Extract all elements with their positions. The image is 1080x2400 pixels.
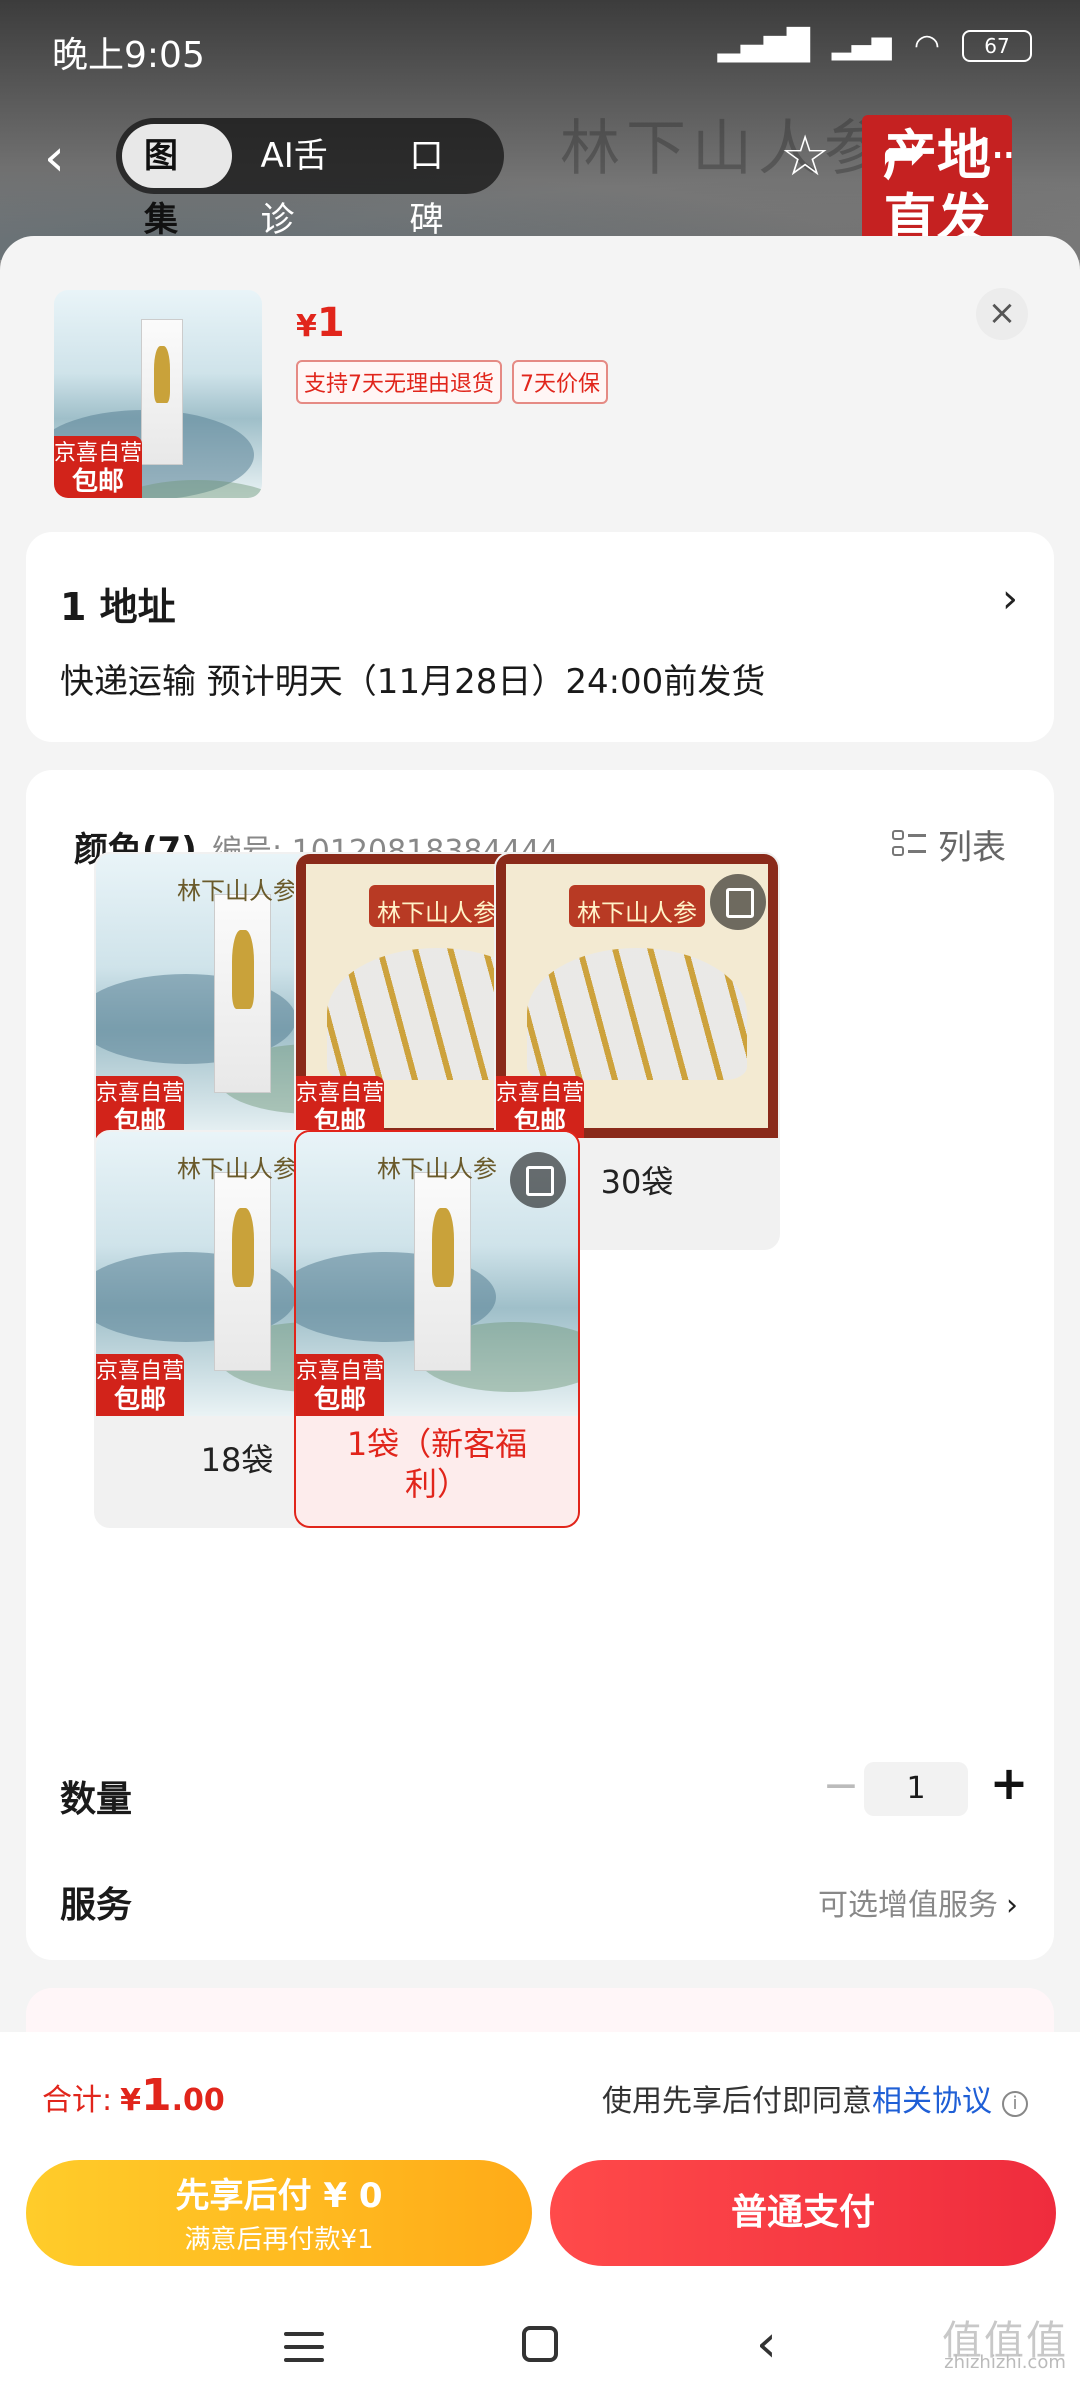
battery-icon: 67 <box>962 29 1032 62</box>
tab-ai-tongue[interactable]: AI舌诊 <box>238 124 381 240</box>
product-thumbnail[interactable]: 京喜自营 包邮 <box>54 290 262 498</box>
status-icons: ▂▄▆█ ▂▄▆ ◠ 67 <box>718 28 1032 63</box>
quantity-label: 数量 <box>60 1779 133 1820</box>
status-time: 晚上9:05 <box>52 35 205 76</box>
chevron-right-icon: › <box>1006 1888 1018 1923</box>
tab-gallery[interactable]: 图集 <box>122 124 233 240</box>
list-view-toggle[interactable]: 列表 <box>892 820 1006 869</box>
order-total: 合计: ¥1.00 <box>42 2070 225 2121</box>
agreement-link[interactable]: 相关协议 <box>872 2084 992 2119</box>
quantity-input[interactable]: 1 <box>864 1762 968 1816</box>
gallery-tabs: 图集 AI舌诊 口碑 <box>116 118 504 240</box>
spec-option[interactable]: 林下山人参 京喜自营 包邮 1袋（新客福 利） <box>294 1130 580 1528</box>
shipping-estimate: 快递运输 预计明天（11月28日）24:00前发货 <box>60 662 766 702</box>
more-icon[interactable]: ·· <box>990 128 1016 184</box>
address-card[interactable]: 1 地址 › 快递运输 预计明天（11月28日）24:00前发货 <box>26 532 1054 742</box>
value-added-service-link[interactable]: 可选增值服务 › <box>818 1880 1018 1924</box>
back-icon[interactable]: ‹ <box>44 128 65 188</box>
thumb-badge: 京喜自营 包邮 <box>54 436 142 498</box>
signal-icon: ▂▄▆█ <box>717 28 810 63</box>
quantity-minus-button[interactable]: − <box>816 1760 866 1811</box>
spec-option-label: 1袋（新客福 利） <box>346 1425 528 1503</box>
service-tags: 支持7天无理由退货 7天价保 <box>296 360 608 404</box>
status-bar: 晚上9:05 ▂▄▆█ ▂▄▆ ◠ 67 <box>0 0 1080 100</box>
gallery-title-art: 林下山人参 <box>560 114 890 184</box>
tab-reviews[interactable]: 口碑 <box>388 124 498 240</box>
service-label: 服务 <box>60 1885 133 1926</box>
signal-hd-icon: ▂▄▆ <box>831 30 892 61</box>
favorite-star-icon[interactable]: ☆ <box>780 124 830 189</box>
checkout-bar: 合计: ¥1.00 使用先享后付即同意相关协议 i 先享后付 ¥ 0 满意后再付款¥… <box>0 2032 1080 2400</box>
agreement-notice: 使用先享后付即同意相关协议 i <box>602 2076 1028 2120</box>
info-icon[interactable]: i <box>1002 2091 1028 2117</box>
tag-7day-return: 支持7天无理由退货 <box>296 360 502 404</box>
site-watermark: 值值值 zhizhizhi.com <box>942 2318 1068 2373</box>
address-title: 1 地址 <box>60 585 176 629</box>
zoom-preview-icon[interactable] <box>710 874 766 930</box>
system-back-icon[interactable]: ‹ <box>756 2314 777 2374</box>
system-navigation-bar: ‹ <box>0 2304 1080 2400</box>
wifi-icon: ◠ <box>913 28 940 63</box>
close-icon[interactable]: × <box>976 288 1028 340</box>
spec-card: 颜色(7) 编号: 10120818384444 列表 林下山人参京喜自营包邮5… <box>26 770 1054 1960</box>
normal-pay-button[interactable]: 普通支付 <box>550 2160 1056 2266</box>
home-icon[interactable] <box>522 2326 558 2362</box>
chevron-right-icon: › <box>1002 576 1018 622</box>
tag-price-protect: 7天价保 <box>512 360 608 404</box>
product-summary: 京喜自营 包邮 ¥1 支持7天无理由退货 7天价保 × <box>0 236 1080 516</box>
buy-now-pay-later-button[interactable]: 先享后付 ¥ 0 满意后再付款¥1 <box>26 2160 532 2266</box>
share-icon[interactable]: ➦ <box>882 124 926 184</box>
recents-menu-icon[interactable] <box>284 2332 324 2362</box>
product-price: ¥1 <box>296 300 345 346</box>
list-view-label: 列表 <box>938 828 1006 868</box>
quantity-plus-button[interactable]: + <box>984 1756 1034 1810</box>
zoom-preview-icon[interactable] <box>510 1152 566 1208</box>
list-icon <box>892 829 926 860</box>
